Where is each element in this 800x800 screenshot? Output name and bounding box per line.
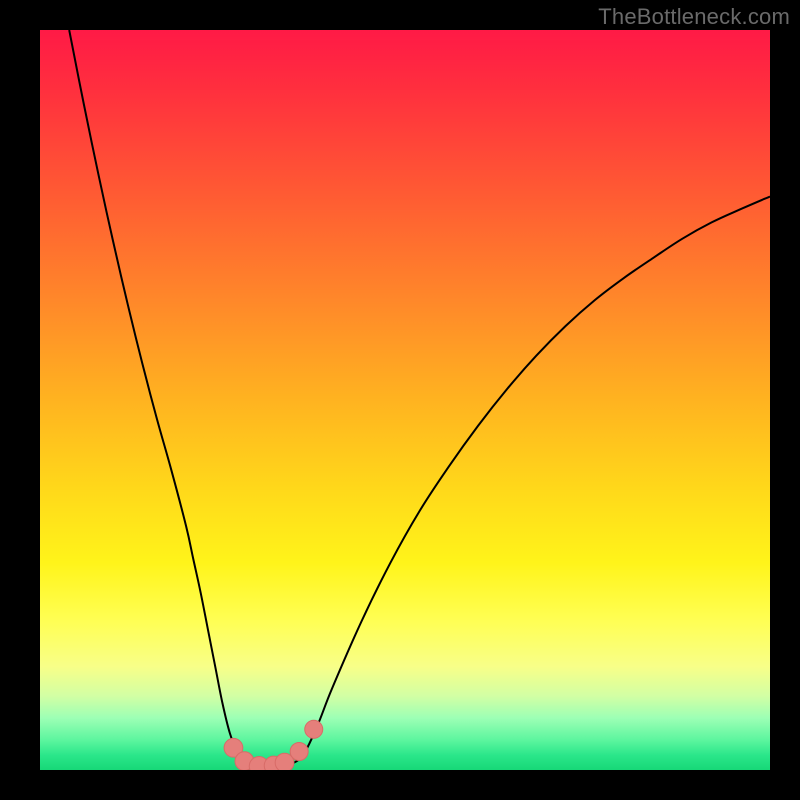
- chart-frame: TheBottleneck.com: [0, 0, 800, 800]
- plot-area: [40, 30, 770, 770]
- curve-layer: [40, 30, 770, 770]
- curve-marker: [290, 742, 308, 760]
- curve-marker: [305, 720, 323, 738]
- bottleneck-curve: [69, 30, 770, 767]
- watermark-text: TheBottleneck.com: [598, 4, 790, 30]
